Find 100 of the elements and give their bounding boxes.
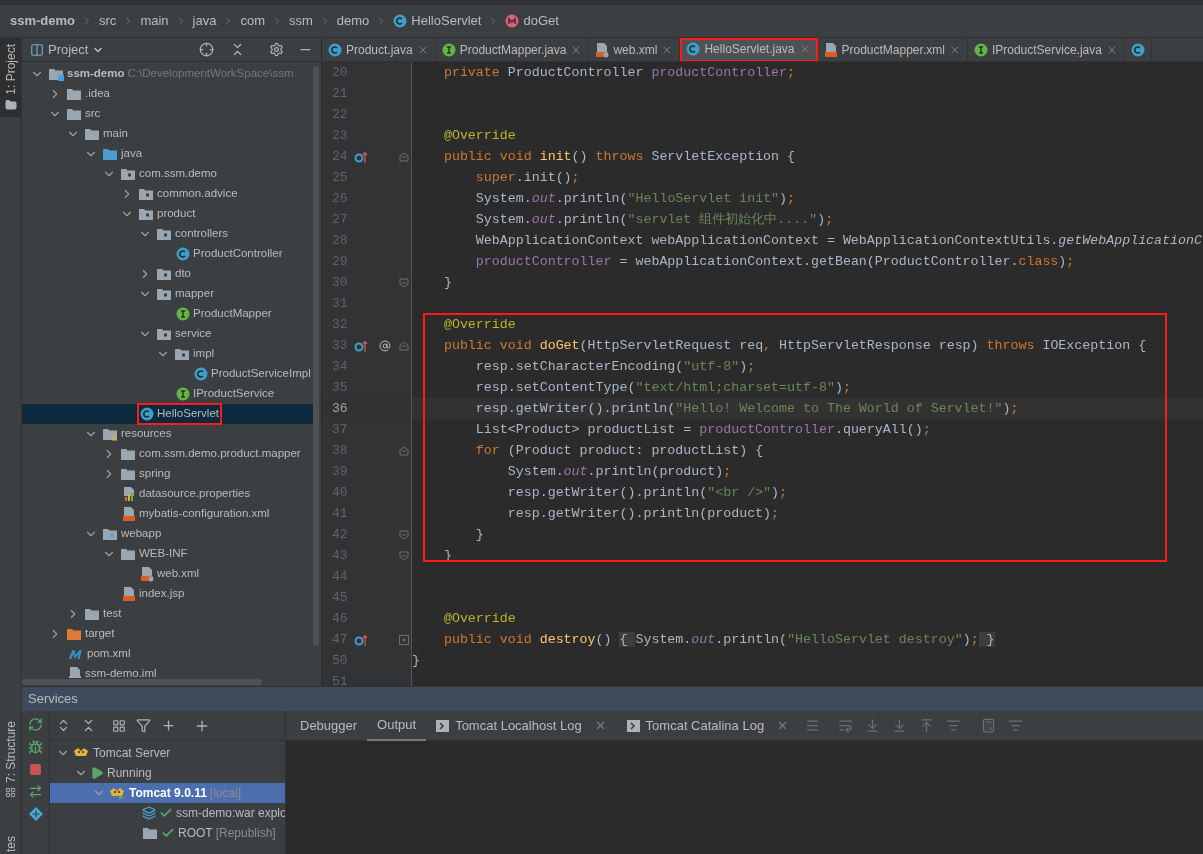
tree-item[interactable]: dto [154,264,193,284]
tree-item[interactable]: mapper [154,284,216,304]
calculator-icon[interactable] [981,718,997,733]
filter-icon[interactable] [136,718,151,733]
tree-item[interactable]: ssm-demo.iml [66,664,159,678]
output-tab[interactable]: Tomcat Localhost Log [426,710,617,741]
tree-item[interactable]: ROOT [Republish] [142,823,278,843]
tree-item[interactable]: impl [172,344,217,364]
tree-item[interactable]: service [154,324,214,344]
code-line: @Override [442,126,516,145]
fold-icon[interactable] [399,529,410,540]
tree-item[interactable]: ssm-demo C:\DevelopmentWorkSpace\ssm [46,64,296,84]
panel-icon [30,42,44,57]
class-icon [328,43,342,57]
wrap-icon[interactable] [838,718,854,733]
tree-item[interactable]: target [64,624,117,644]
tree-item[interactable]: web.xml [138,564,202,584]
menu-icon[interactable] [805,718,821,733]
fold-icon[interactable] [399,445,410,456]
breadcrumb-item[interactable]: ssm-demo [10,11,76,31]
fold-icon[interactable] [399,550,410,561]
tree-item[interactable]: com.ssm.demo [118,164,219,184]
class-icon [140,407,154,421]
breadcrumb-item[interactable]: demo [336,11,370,31]
side-tab[interactable]: 1: Project [0,38,21,117]
fold-icon[interactable] [399,277,410,288]
tree-item[interactable]: ProductMapper [174,304,274,324]
project-view-dropdown[interactable]: Project [30,39,105,60]
bug-icon[interactable] [28,740,43,755]
folder-icon [120,547,136,561]
scrollbar[interactable] [313,66,319,646]
tree-item[interactable]: main [82,124,130,144]
tree-item[interactable]: ProductServiceImpl [192,364,313,384]
editor-tab[interactable]: ProductMapper.java [435,38,590,61]
code-line: } [442,273,452,292]
tree-item[interactable]: pom.xml [66,644,133,664]
editor-tab[interactable]: IProductService.java [967,38,1125,61]
tree-item[interactable]: com.ssm.demo.product.mapper [118,444,303,464]
breadcrumb-item[interactable]: HelloServlet [393,11,482,31]
tree-item[interactable]: ProductController [174,244,285,264]
override-marker-icon[interactable] [353,149,368,164]
xml-file-icon [823,42,838,58]
locate-icon[interactable] [199,42,214,57]
editor-tab[interactable]: HelloServlet.java [680,38,818,61]
tree-item[interactable]: Tomcat Server [72,743,173,763]
tree-item[interactable]: product [136,204,198,224]
tomcat-icon [108,786,126,800]
tree-item[interactable]: .idea [64,84,112,104]
code-line: resp.getWriter().println(product); [506,504,780,523]
web-xml-icon [595,42,610,58]
breadcrumb-item[interactable]: ssm [289,11,313,31]
side-tab[interactable]: 7: Structure [0,714,21,804]
tree-item[interactable]: mybatis-configuration.xml [120,504,272,524]
breadcrumb-item[interactable]: com [240,11,265,31]
editor-tab[interactable]: ProductMapper.xml [817,38,968,61]
settings-icon[interactable] [269,42,284,57]
tree-item[interactable]: datasource.properties [120,484,253,504]
scrollbar[interactable] [22,679,262,685]
tree-item[interactable]: controllers [154,224,231,244]
tree-item[interactable]: Running [90,763,154,783]
code-line: System.out.println("servlet 组件初始化中...."); [474,210,834,229]
tree-item[interactable]: IProductService [174,384,277,404]
folder-icon [66,87,82,101]
code-line: resp.setCharacterEncoding("utf-8"); [474,357,756,376]
diamond-icon[interactable] [28,807,43,821]
filter-icon[interactable] [946,718,962,733]
breadcrumb-item[interactable]: main [140,11,169,31]
group-icon[interactable] [112,718,126,733]
breadcrumb-item[interactable]: java [192,11,217,31]
package-icon [156,227,172,241]
fold-icon[interactable] [399,151,410,162]
new-tab-icon[interactable] [161,718,176,733]
tree-item[interactable]: test [82,604,124,624]
panel-header: Services [22,687,1203,711]
override-marker-icon[interactable] [353,632,368,647]
code-line: @Override [442,609,516,628]
override-marker-icon[interactable] [353,338,368,353]
code-line: productController = webApplicationContext.getBean(ProductController.class); [474,252,1075,271]
tree-item[interactable]: src [64,104,103,124]
output-tab[interactable]: Debugger [290,710,368,741]
output-tab[interactable]: Tomcat Catalina Log [616,710,800,741]
tree-item[interactable]: resources [100,424,174,444]
tree-item[interactable]: index.jsp [120,584,187,604]
package-icon [138,187,154,201]
expand-fold-icon[interactable] [399,634,410,645]
breadcrumb-item[interactable]: src [99,11,117,31]
side-tab[interactable]: tes [0,830,21,854]
jsp-file-icon [122,586,136,602]
web-folder-icon [102,527,118,541]
tree-item[interactable]: WEB-INF [118,544,190,564]
tree-item[interactable]: webapp [100,524,164,544]
at-sign-icon[interactable] [379,339,392,352]
rerun-icon[interactable] [28,717,43,732]
deploy-icon[interactable] [28,784,43,799]
stop-icon[interactable] [29,763,42,776]
tree-item[interactable]: spring [118,464,173,484]
tree-item[interactable]: java [100,144,145,164]
fold-icon[interactable] [399,340,410,351]
tree-item[interactable]: common.advice [136,184,240,204]
breadcrumb-item[interactable]: doGet [505,11,559,31]
